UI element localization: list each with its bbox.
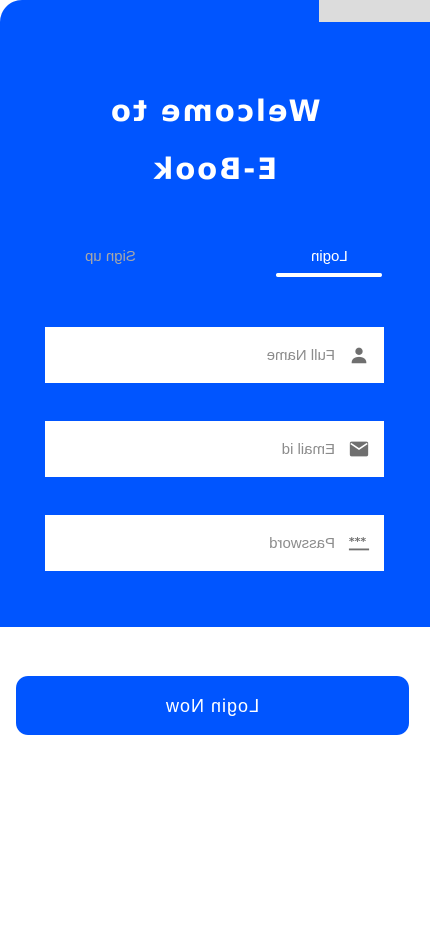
welcome-title-text: Welcome to [109, 94, 321, 128]
corner-tab [319, 0, 430, 22]
app-name-text: E-Book [152, 152, 278, 186]
login-now-button[interactable]: Login Now [16, 676, 409, 735]
header-panel: Welcome to E-Book Login Sign up Full Nam… [0, 0, 430, 627]
full-name-input[interactable] [55, 327, 335, 383]
screen: Welcome to E-Book Login Sign up Full Nam… [0, 0, 430, 933]
svg-text:***: *** [349, 535, 367, 548]
password-dots-icon: *** [348, 535, 370, 551]
email-input[interactable] [55, 421, 335, 477]
email-field[interactable] [45, 421, 384, 477]
login-now-label: Login Now [165, 696, 260, 716]
tab-signup-label: Sign up [84, 248, 136, 265]
password-input[interactable] [55, 515, 335, 571]
full-name-field[interactable] [45, 327, 384, 383]
active-tab-indicator [276, 273, 382, 277]
tab-signup[interactable]: Sign up [64, 248, 156, 265]
person-icon [351, 347, 367, 364]
welcome-title: Welcome to [0, 94, 430, 128]
tab-login[interactable]: Login [276, 248, 382, 265]
app-name-title: E-Book [0, 152, 430, 186]
tab-login-label: Login [310, 248, 348, 265]
password-field[interactable]: *** [45, 515, 384, 571]
envelope-icon [349, 441, 369, 457]
